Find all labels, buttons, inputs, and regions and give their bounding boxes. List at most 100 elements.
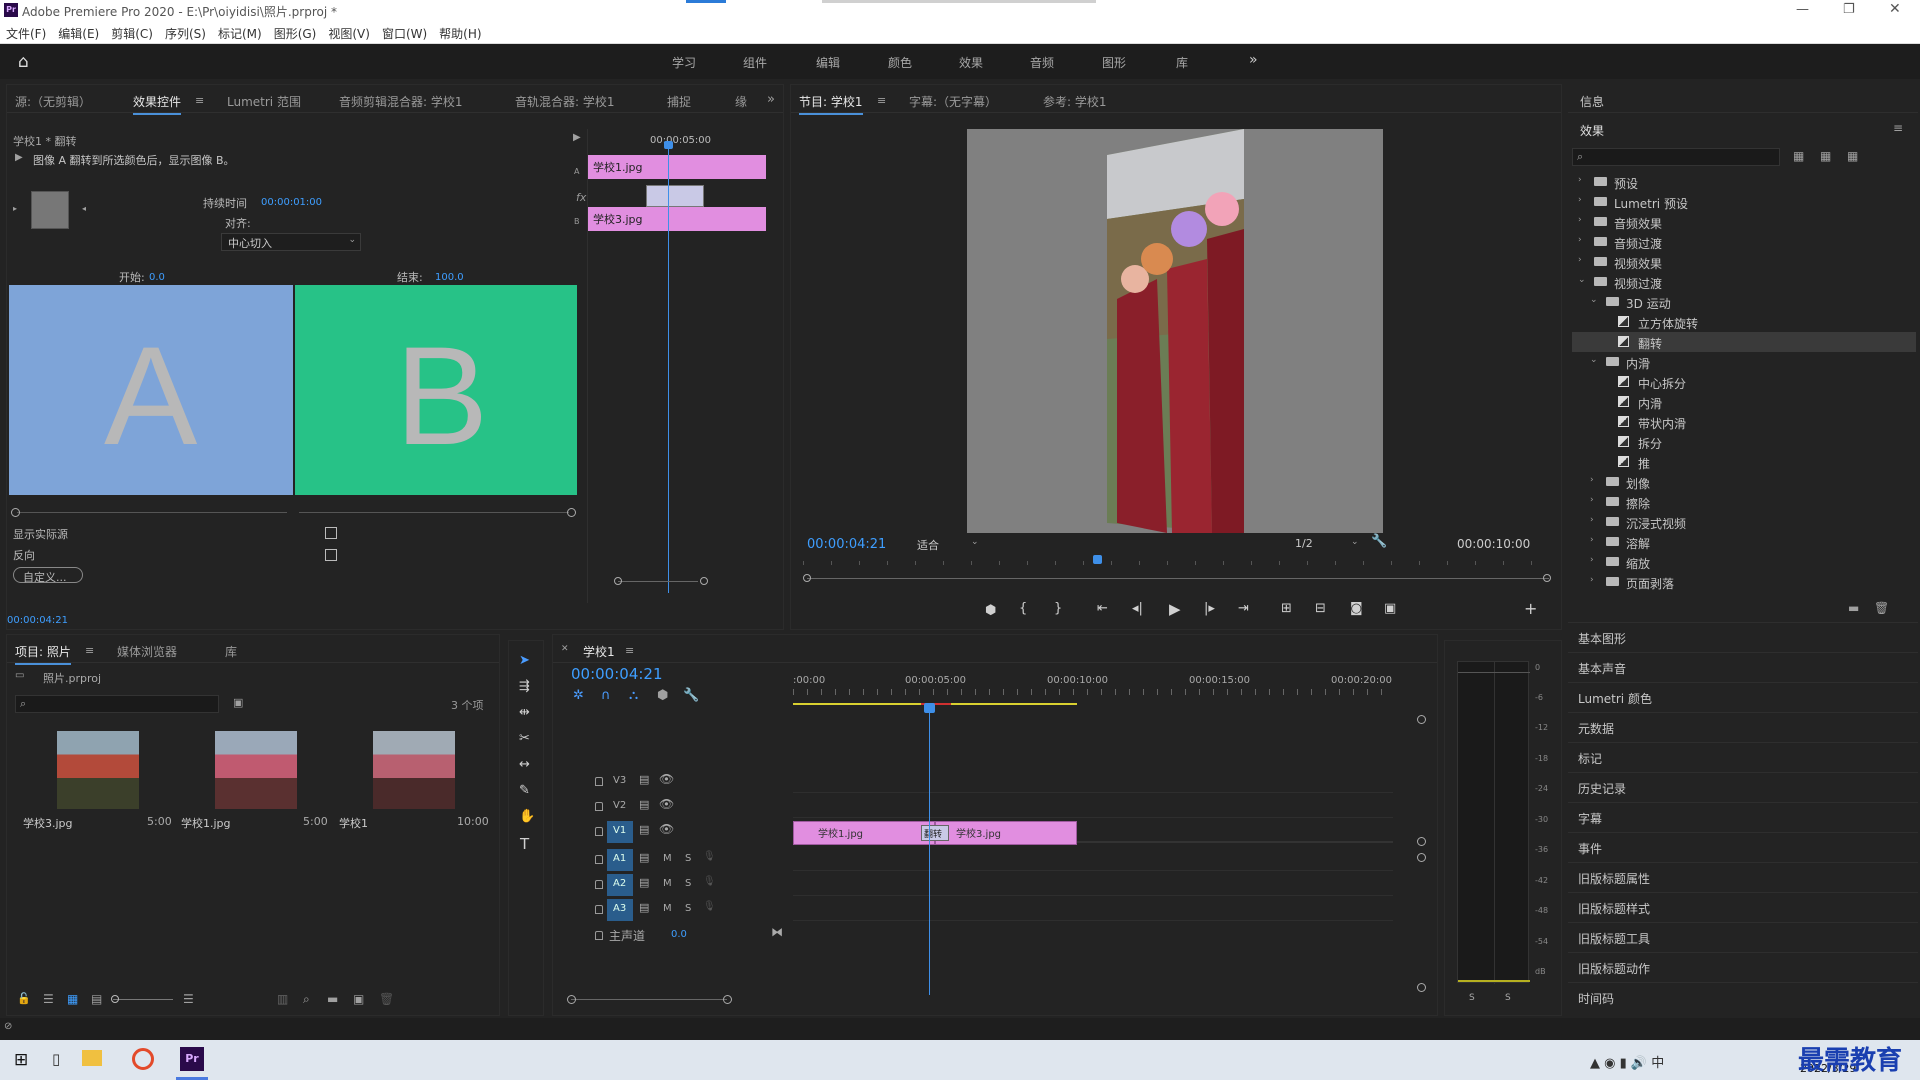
mini-clip-b[interactable]: 学校3.jpg xyxy=(588,207,766,231)
linked-selection-icon[interactable]: ⛬ xyxy=(629,689,638,702)
eye-icon[interactable]: 👁 xyxy=(659,772,674,786)
mute-button[interactable]: M xyxy=(663,878,672,889)
zoom-slider-handle[interactable] xyxy=(111,995,119,1003)
track-select-tool-icon[interactable]: ⇶ xyxy=(519,679,530,694)
program-timecode[interactable]: 00:00:04:21 xyxy=(807,537,886,552)
timeline-playhead[interactable] xyxy=(929,709,930,995)
mute-button[interactable]: M xyxy=(663,903,672,914)
clear-icon[interactable]: 🗑 xyxy=(379,993,394,1005)
tab-reference[interactable]: 参考: 学校1 xyxy=(1043,93,1107,110)
nest-icon[interactable]: ✲ xyxy=(573,689,584,702)
chevron-down-icon[interactable]: ⌄ xyxy=(1578,275,1586,285)
effect-folder[interactable]: › 页面剥落 xyxy=(1572,572,1916,592)
freeform-view-icon[interactable]: ▤ xyxy=(91,993,102,1005)
workspace-graphics[interactable]: 图形 xyxy=(1102,54,1126,71)
resolution-dropdown[interactable]: 1/2 ⌄ xyxy=(1291,535,1365,553)
workspace-learn[interactable]: 学习 xyxy=(672,54,696,71)
panel-markers[interactable]: 标记 xyxy=(1568,742,1918,771)
tab-track-mixer[interactable]: 音轨混合器: 学校1 xyxy=(515,93,615,110)
menu-graphics[interactable]: 图形(G) xyxy=(268,22,323,42)
lock-icon[interactable]: 🔓 xyxy=(17,993,31,1004)
sync-lock-icon[interactable]: ▤ xyxy=(639,876,649,889)
eye-icon[interactable]: 👁 xyxy=(659,822,674,836)
system-tray-icons[interactable]: ▲ ◉ ▮ 🔊 中 xyxy=(1590,1052,1664,1071)
info-panel-header[interactable]: 信息 xyxy=(1580,93,1604,110)
effect-folder[interactable]: › 沉浸式视频 xyxy=(1572,512,1916,532)
timeline-zoom-bar[interactable] xyxy=(571,999,727,1000)
master-value[interactable]: 0.0 xyxy=(671,929,687,940)
menu-sequence[interactable]: 序列(S) xyxy=(159,22,212,42)
slip-tool-icon[interactable]: ↔ xyxy=(519,757,530,772)
play-icon[interactable]: ▶ xyxy=(1169,600,1181,618)
start-slider[interactable] xyxy=(9,508,289,518)
delete-icon[interactable]: 🗑 xyxy=(1874,602,1889,614)
tab-libraries[interactable]: 库 xyxy=(225,643,237,660)
workspace-libraries[interactable]: 库 xyxy=(1176,54,1188,71)
icon-view-icon[interactable]: ▦ xyxy=(67,993,78,1005)
mic-icon[interactable]: 🎙 xyxy=(703,876,716,887)
chevron-right-icon[interactable]: › xyxy=(1578,215,1582,225)
file-explorer-icon[interactable] xyxy=(82,1050,102,1066)
snap-icon[interactable]: ∩ xyxy=(601,689,611,702)
chevron-right-icon[interactable]: › xyxy=(1578,175,1582,185)
step-back-icon[interactable]: ◂| xyxy=(1132,601,1143,616)
workspace-assembly[interactable]: 组件 xyxy=(743,54,767,71)
close-sequence-icon[interactable]: ✕ xyxy=(561,645,569,654)
lock-track-icon[interactable] xyxy=(595,802,603,811)
chevron-right-icon[interactable]: › xyxy=(1578,255,1582,265)
effect-item[interactable]: 推 xyxy=(1572,452,1916,472)
selection-tool-icon[interactable]: ➤ xyxy=(519,653,530,668)
step-forward-icon[interactable]: |▸ xyxy=(1204,601,1215,616)
tab-effect-controls[interactable]: 效果控件 xyxy=(133,93,182,115)
premiere-taskbar-icon[interactable]: Pr xyxy=(180,1047,204,1071)
project-item[interactable]: 学校3.jpg 5:00 xyxy=(15,725,172,845)
effects-menu-icon[interactable]: ≡ xyxy=(1893,122,1903,134)
mini-clip-a[interactable]: 学校1.jpg xyxy=(588,155,766,179)
timeline-marker-icon[interactable]: ⬢ xyxy=(657,689,668,702)
tab-menu-icon[interactable]: ≡ xyxy=(195,95,204,106)
close-button[interactable]: ✕ xyxy=(1889,1,1901,17)
workspace-audio[interactable]: 音频 xyxy=(1030,54,1054,71)
menu-file[interactable]: 文件(F) xyxy=(0,22,52,42)
timeline-clip-1[interactable]: 学校1.jpg xyxy=(793,821,935,845)
mini-playhead[interactable] xyxy=(668,143,669,593)
sync-lock-icon[interactable]: ▤ xyxy=(639,773,649,786)
eye-icon[interactable]: 👁 xyxy=(659,797,674,811)
custom-button[interactable]: 自定义... xyxy=(13,567,83,584)
meter-solo-left[interactable]: S xyxy=(1469,993,1475,1003)
timeline-zoom-right[interactable] xyxy=(723,995,732,1004)
panel-legacy-title-properties[interactable]: 旧版标题属性 xyxy=(1568,862,1918,891)
scrubber-zoom-right[interactable] xyxy=(1543,574,1551,582)
tab-project[interactable]: 项目: 照片 xyxy=(15,643,71,665)
tab-lumetri-scopes[interactable]: Lumetri 范围 xyxy=(227,93,301,110)
mini-zoom-handle-right[interactable] xyxy=(700,577,708,585)
lift-icon[interactable]: ⊞ xyxy=(1281,601,1292,616)
chevron-right-icon[interactable]: › xyxy=(1578,195,1582,205)
effects-panel-header[interactable]: 效果 xyxy=(1580,122,1604,139)
new-bin-project-icon[interactable]: ▬ xyxy=(327,993,338,1005)
lock-track-icon[interactable] xyxy=(595,880,603,889)
panel-lumetri-color[interactable]: Lumetri 颜色 xyxy=(1568,682,1918,711)
start-slider-handle[interactable] xyxy=(11,508,20,517)
more-workspaces-icon[interactable]: » xyxy=(1249,52,1258,68)
lock-track-icon[interactable] xyxy=(595,855,603,864)
effect-folder[interactable]: › 视频效果 xyxy=(1572,252,1916,272)
chevron-right-icon[interactable]: › xyxy=(1590,475,1594,485)
list-view-icon[interactable]: ☰ xyxy=(43,993,54,1005)
effect-folder[interactable]: › 预设 xyxy=(1572,172,1916,192)
mini-zoom-handle-left[interactable] xyxy=(614,577,622,585)
effect-folder[interactable]: › 音频效果 xyxy=(1572,212,1916,232)
effect-item[interactable]: 拆分 xyxy=(1572,432,1916,452)
razor-tool-icon[interactable]: ✂ xyxy=(519,731,530,746)
yuv-effects-icon[interactable]: ▦ xyxy=(1847,150,1858,162)
timeline-timecode[interactable]: 00:00:04:21 xyxy=(571,665,663,683)
project-item[interactable]: 学校1.jpg 5:00 xyxy=(173,725,329,845)
panel-events[interactable]: 事件 xyxy=(1568,832,1918,861)
mark-in-icon[interactable]: { xyxy=(1019,601,1027,616)
effects-search-input[interactable]: ⌕ xyxy=(1572,148,1780,166)
tab-audio-clip-mixer[interactable]: 音频剪辑混合器: 学校1 xyxy=(339,93,463,110)
mark-out-icon[interactable]: } xyxy=(1054,601,1062,616)
meter-solo-right[interactable]: S xyxy=(1505,993,1511,1003)
effect-item[interactable]: 翻转 xyxy=(1572,332,1916,352)
mic-icon[interactable]: 🎙 xyxy=(703,851,716,862)
